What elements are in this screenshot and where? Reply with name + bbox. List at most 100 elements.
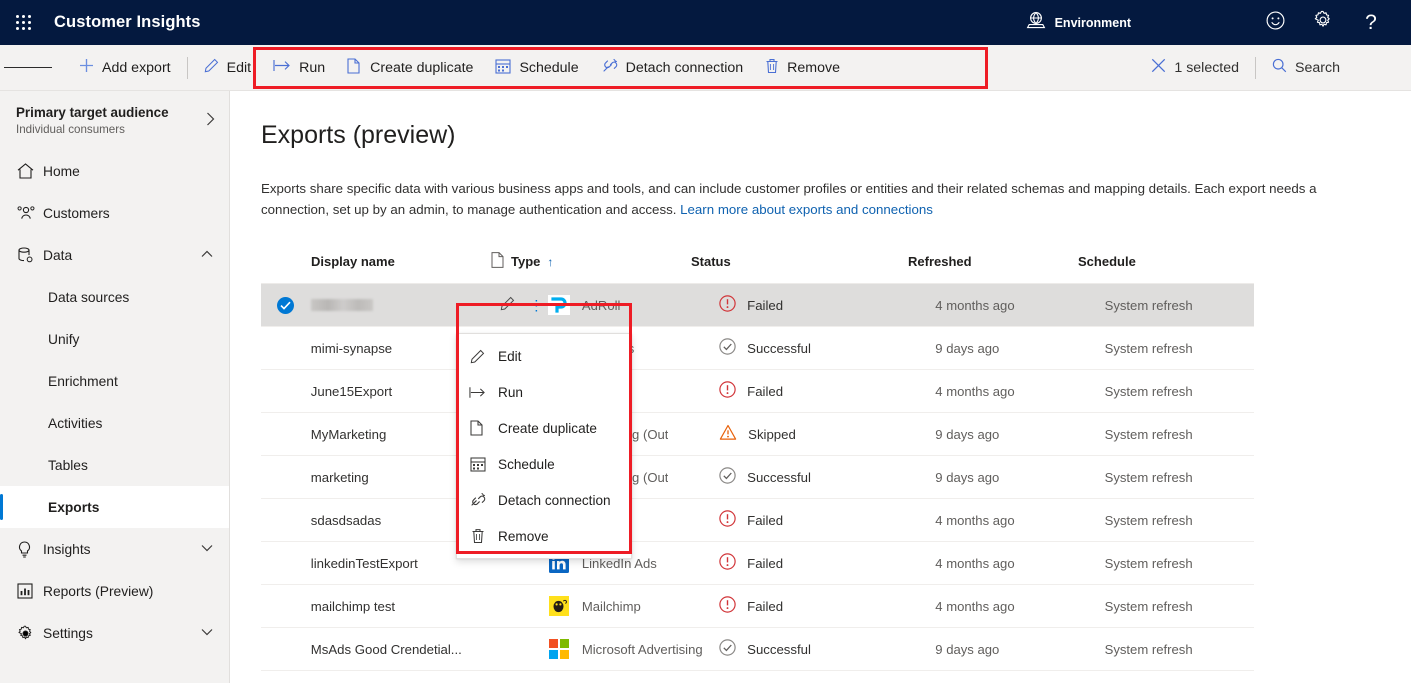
- cell-schedule: System refresh: [1104, 297, 1193, 313]
- status-failed-icon: [719, 381, 736, 401]
- audience-text: Primary target audience Individual consu…: [16, 105, 200, 136]
- table-row[interactable]: ⋮ AdRoll Failed 4 months ago System refr…: [261, 284, 1254, 327]
- status-label: Failed: [747, 598, 784, 614]
- context-menu-item-schedule[interactable]: Schedule: [457, 446, 631, 482]
- context-menu-item-label: Detach connection: [498, 492, 611, 508]
- sidebar-item-reports[interactable]: Reports (Preview): [0, 570, 229, 612]
- column-header-status[interactable]: Status: [691, 254, 908, 269]
- help-icon: ?: [1365, 11, 1377, 34]
- table-row[interactable]: June15Export Failed 4 months ago System …: [261, 370, 1254, 413]
- row-edit-button[interactable]: [490, 296, 525, 314]
- environment-picker[interactable]: Environment: [1026, 11, 1131, 34]
- learn-more-link[interactable]: Learn more about exports and connections: [680, 202, 933, 217]
- sidebar-item-unify[interactable]: Unify: [0, 318, 229, 360]
- exports-table: Display name Type ↑ Status Refreshed Sch…: [261, 240, 1254, 671]
- sidebar-item-insights[interactable]: Insights: [0, 528, 229, 570]
- main-content: Exports (preview) Exports share specific…: [230, 91, 1411, 683]
- status-label: Failed: [747, 297, 784, 313]
- table-row[interactable]: linkedinTestExport LinkedIn Ads Failed 4…: [261, 542, 1254, 585]
- status-failed-icon: [719, 553, 736, 573]
- table-row[interactable]: mailchimp test Mailchimp Failed 4 months…: [261, 585, 1254, 628]
- row-more-actions-button[interactable]: ⋮: [525, 297, 548, 313]
- sidebar-item-label: Data sources: [48, 289, 130, 305]
- sidebar-item-enrichment[interactable]: Enrichment: [0, 360, 229, 402]
- unlink-icon: [469, 492, 486, 508]
- table-row[interactable]: sdasdsadas Failed 4 months ago System re…: [261, 499, 1254, 542]
- sort-ascending-icon: ↑: [547, 254, 554, 269]
- toolbar-divider: [186, 56, 188, 79]
- people-icon: [17, 205, 43, 221]
- cell-status: Failed: [719, 381, 935, 401]
- gear-icon: [1313, 10, 1333, 35]
- sidebar-item-data-sources[interactable]: Data sources: [0, 276, 229, 318]
- cell-schedule: System refresh: [1104, 598, 1193, 614]
- command-bar-actions: Add export Edit Run Create duplicate Sch…: [68, 45, 851, 91]
- trash-icon: [765, 58, 779, 78]
- app-launcher-button[interactable]: [0, 0, 46, 45]
- status-skipped-icon: [719, 424, 737, 444]
- column-header-display-name[interactable]: Display name: [261, 254, 491, 269]
- edit-button[interactable]: Edit: [193, 49, 262, 87]
- unlink-icon: [601, 58, 618, 78]
- column-header-type[interactable]: Type ↑: [491, 252, 691, 271]
- checkbox-checked-icon: [277, 296, 295, 314]
- search-icon: [1272, 58, 1287, 77]
- search-button[interactable]: Search: [1261, 49, 1351, 87]
- sidebar-item-label: Enrichment: [48, 373, 118, 389]
- more-vertical-icon: ⋮: [529, 297, 544, 313]
- context-menu-item-run[interactable]: Run: [457, 374, 631, 410]
- run-label: Run: [299, 59, 326, 76]
- row-context-menu: Edit Run Create duplicate Schedule Detac…: [456, 333, 632, 559]
- settings-button[interactable]: [1299, 0, 1347, 45]
- context-menu-item-label: Create duplicate: [498, 420, 597, 436]
- sidebar-item-activities[interactable]: Activities: [0, 402, 229, 444]
- chevron-down-icon: [201, 627, 213, 639]
- context-menu-item-detach-connection[interactable]: Detach connection: [457, 482, 631, 518]
- clear-selection-button[interactable]: 1 selected: [1140, 49, 1250, 87]
- cell-status: Failed: [719, 596, 935, 616]
- schedule-label: Schedule: [519, 59, 579, 76]
- run-button[interactable]: Run: [262, 49, 336, 87]
- context-menu-item-remove[interactable]: Remove: [457, 518, 631, 554]
- sidebar-item-exports[interactable]: Exports: [0, 486, 229, 528]
- environment-label: Environment: [1054, 15, 1131, 30]
- table-row[interactable]: MsAds Good Crendetial... Microsoft Adver…: [261, 628, 1254, 671]
- global-nav-toggle[interactable]: [4, 45, 52, 91]
- row-checkbox[interactable]: [261, 296, 311, 314]
- audience-subtitle: Individual consumers: [16, 123, 125, 136]
- table-row[interactable]: MyMarketing Marketing (Out Skipped 9 day…: [261, 413, 1254, 456]
- help-button[interactable]: ?: [1347, 0, 1395, 45]
- detach-connection-button[interactable]: Detach connection: [590, 49, 755, 87]
- column-header-schedule[interactable]: Schedule: [1078, 254, 1228, 269]
- sidebar-item-customers[interactable]: Customers: [0, 192, 229, 234]
- sidebar-item-settings[interactable]: Settings: [0, 612, 229, 654]
- audience-switcher[interactable]: Primary target audience Individual consu…: [0, 91, 229, 150]
- sidebar-item-tables[interactable]: Tables: [0, 444, 229, 486]
- sidebar-item-home[interactable]: Home: [0, 150, 229, 192]
- status-label: Successful: [747, 641, 811, 657]
- table-row[interactable]: marketing Marketing (Out Successful 9 da…: [261, 456, 1254, 499]
- chevron-down-icon: [201, 543, 213, 555]
- remove-button[interactable]: Remove: [754, 49, 851, 87]
- cell-schedule: System refresh: [1104, 555, 1193, 571]
- cell-refreshed: 4 months ago: [935, 512, 1015, 528]
- report-icon: [17, 583, 43, 599]
- table-row[interactable]: mimi-synapse Analytics Successful 9 days…: [261, 327, 1254, 370]
- sidebar-item-label: Exports: [48, 499, 100, 515]
- create-duplicate-button[interactable]: Create duplicate: [336, 49, 484, 87]
- cell-status: Successful: [719, 338, 935, 358]
- adroll-logo-icon: [547, 294, 570, 316]
- context-menu-item-create-duplicate[interactable]: Create duplicate: [457, 410, 631, 446]
- status-label: Successful: [747, 469, 811, 485]
- feedback-button[interactable]: [1251, 0, 1299, 45]
- sidebar-item-data[interactable]: Data: [0, 234, 229, 276]
- sidebar-item-label: Customers: [43, 205, 110, 221]
- column-header-label: Display name: [311, 254, 395, 269]
- cell-status: Skipped: [719, 424, 935, 444]
- cell-type: Microsoft Advertising: [548, 638, 719, 660]
- context-menu-item-edit[interactable]: Edit: [457, 338, 631, 374]
- column-header-refreshed[interactable]: Refreshed: [908, 254, 1078, 269]
- add-export-button[interactable]: Add export: [68, 49, 182, 87]
- suite-header: Customer Insights Environment ?: [0, 0, 1411, 45]
- schedule-button[interactable]: Schedule: [484, 49, 589, 87]
